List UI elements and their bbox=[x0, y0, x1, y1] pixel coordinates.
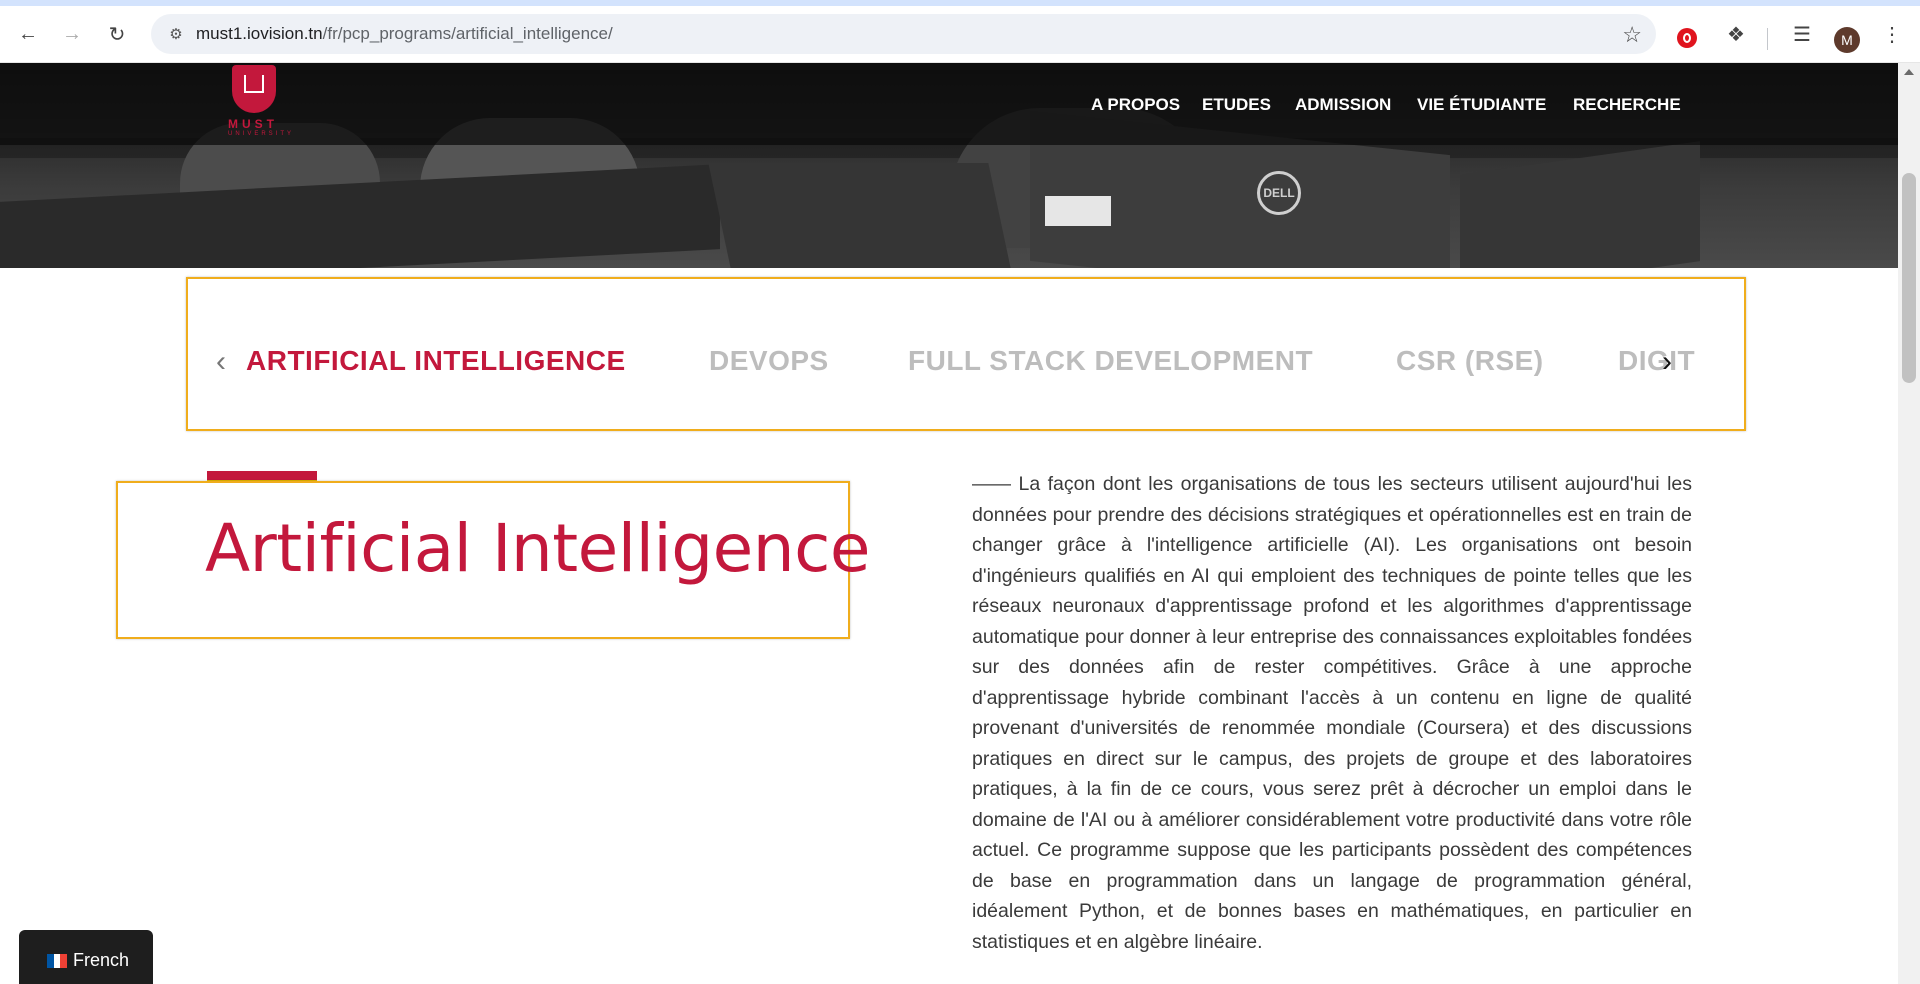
language-switcher[interactable]: French bbox=[19, 930, 153, 984]
url-host: must1.iovision.tn bbox=[196, 24, 323, 43]
media-control-icon[interactable]: ☰ bbox=[1786, 18, 1818, 50]
carousel-item-csr[interactable]: CSR (RSE) bbox=[1396, 345, 1544, 377]
logo-subtitle: UNIVERSITY bbox=[228, 131, 295, 137]
profile-avatar[interactable]: M bbox=[1834, 27, 1860, 53]
hero-monitor bbox=[708, 163, 1012, 268]
nav-item-etudes[interactable]: ETUDES bbox=[1202, 95, 1271, 115]
program-title: Artificial Intelligence bbox=[205, 510, 870, 587]
site-settings-icon[interactable]: ⚙ bbox=[165, 23, 187, 45]
browser-menu-icon[interactable]: ⋮ bbox=[1876, 18, 1908, 50]
bookmark-star-icon[interactable]: ☆ bbox=[1622, 22, 1642, 48]
hero-banner: DELL MUST UNIVERSITY A PROPOS ETUDES ADM… bbox=[0, 63, 1898, 268]
program-description: —— La façon dont les organisations de to… bbox=[972, 473, 1692, 953]
french-flag-icon bbox=[47, 954, 68, 968]
logo-shield-icon bbox=[232, 65, 276, 113]
url-text[interactable]: must1.iovision.tn/fr/pcp_programs/artifi… bbox=[196, 24, 613, 44]
carousel-item-devops[interactable]: DEVOPS bbox=[709, 345, 829, 377]
carousel-item-artificial-intelligence[interactable]: ARTIFICIAL INTELLIGENCE bbox=[246, 345, 626, 377]
scroll-up-arrow-icon[interactable] bbox=[1904, 69, 1914, 75]
carousel-prev-icon[interactable]: ‹ bbox=[216, 345, 226, 379]
page-scrollbar[interactable] bbox=[1898, 63, 1920, 984]
nav-item-a-propos[interactable]: A PROPOS bbox=[1091, 95, 1180, 115]
forward-icon[interactable]: → bbox=[56, 18, 88, 50]
hero-computer-tower bbox=[1460, 141, 1700, 268]
site-navbar: MUST UNIVERSITY A PROPOS ETUDES ADMISSIO… bbox=[0, 63, 1898, 145]
must-logo[interactable]: MUST UNIVERSITY bbox=[224, 65, 300, 143]
language-label: French bbox=[73, 950, 130, 970]
carousel-item-full-stack[interactable]: FULL STACK DEVELOPMENT bbox=[908, 345, 1313, 377]
logo-wordmark: MUST bbox=[228, 117, 278, 131]
page-viewport: DELL MUST UNIVERSITY A PROPOS ETUDES ADM… bbox=[0, 63, 1898, 984]
nav-item-recherche[interactable]: RECHERCHE bbox=[1573, 95, 1681, 115]
extensions-puzzle-icon[interactable]: ❖ bbox=[1720, 18, 1752, 50]
nav-item-admission[interactable]: ADMISSION bbox=[1295, 95, 1391, 115]
hero-sticker bbox=[1045, 196, 1111, 226]
dell-logo: DELL bbox=[1257, 171, 1301, 215]
carousel-next-icon[interactable]: › bbox=[1662, 345, 1672, 379]
reload-icon[interactable]: ↻ bbox=[101, 18, 133, 50]
program-carousel: ‹ ARTIFICIAL INTELLIGENCE DEVOPS FULL ST… bbox=[186, 277, 1746, 431]
scroll-thumb[interactable] bbox=[1902, 173, 1916, 383]
nav-item-vie-etudiante[interactable]: VIE ÉTUDIANTE bbox=[1417, 95, 1546, 115]
carousel-item-digit[interactable]: DIGIT bbox=[1618, 345, 1695, 377]
toolbar-separator bbox=[1767, 28, 1768, 50]
browser-toolbar: ← → ↻ ⚙ must1.iovision.tn/fr/pcp_program… bbox=[0, 6, 1920, 63]
extension-opera-icon[interactable] bbox=[1677, 28, 1697, 48]
back-icon[interactable]: ← bbox=[12, 18, 44, 50]
address-bar[interactable]: ⚙ must1.iovision.tn/fr/pcp_programs/arti… bbox=[151, 14, 1656, 54]
url-path: /fr/pcp_programs/artificial_intelligence… bbox=[322, 24, 613, 43]
